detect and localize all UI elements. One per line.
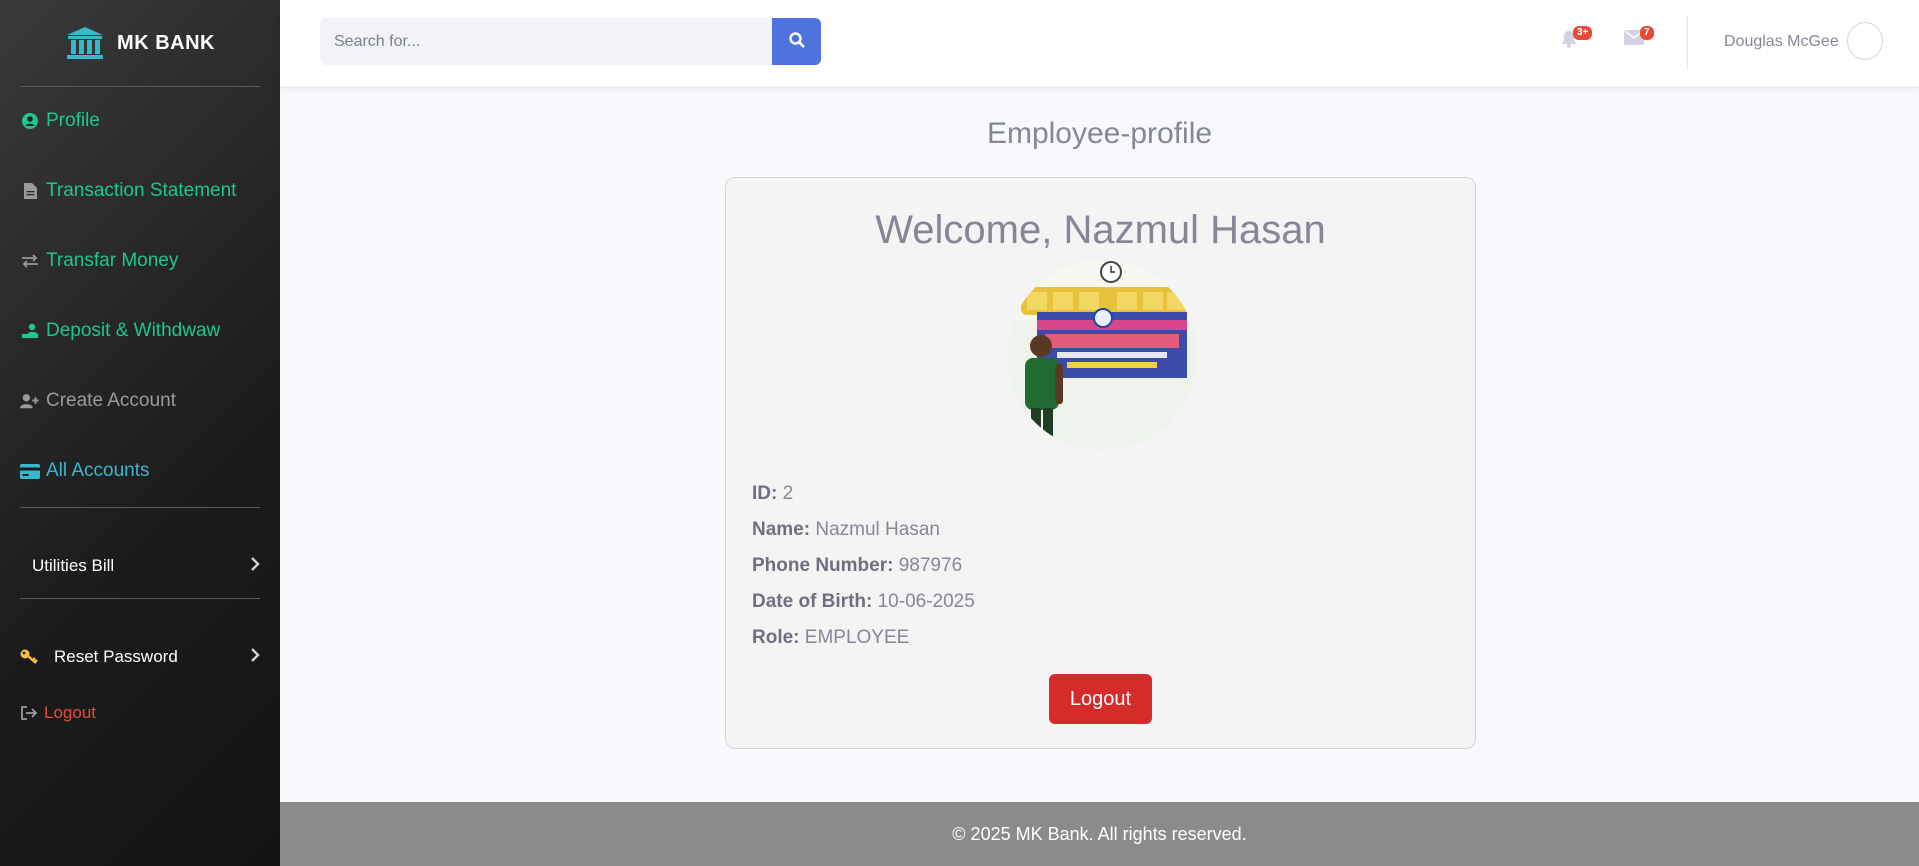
detail-label: ID: bbox=[752, 483, 778, 504]
welcome-heading: Welcome, Nazmul Hasan bbox=[875, 208, 1326, 252]
alerts-dropdown[interactable]: 3+ bbox=[1561, 26, 1593, 53]
detail-role: Role: EMPLOYEE bbox=[752, 620, 975, 656]
profile-card: Welcome, Nazmul Hasan ID: 2 Name: Nazmul… bbox=[725, 177, 1476, 749]
footer: © 2025 MK Bank. All rights reserved. bbox=[280, 802, 1919, 866]
detail-label: Role: bbox=[752, 627, 800, 648]
sidebar-item-label: Create Account bbox=[46, 390, 176, 411]
detail-name: Name: Nazmul Hasan bbox=[752, 512, 975, 548]
detail-value: 10-06-2025 bbox=[877, 591, 975, 612]
search-input[interactable] bbox=[320, 18, 772, 65]
sidebar-item-logout[interactable]: Logout bbox=[20, 703, 96, 723]
profile-photo bbox=[1007, 260, 1197, 450]
sidebar-item-all-accounts[interactable]: All Accounts bbox=[20, 460, 150, 482]
sidebar-item-create-account[interactable]: Create Account bbox=[20, 390, 176, 412]
messages-badge: 7 bbox=[1640, 26, 1654, 40]
sidebar-item-deposit-withdraw[interactable]: Deposit & Withdwaw bbox=[20, 320, 220, 342]
avatar[interactable] bbox=[1847, 22, 1883, 60]
user-circle-icon bbox=[20, 111, 40, 131]
page-title: Employee-profile bbox=[986, 117, 1213, 150]
detail-value: Nazmul Hasan bbox=[815, 519, 940, 540]
messages-dropdown[interactable]: 7 bbox=[1624, 26, 1654, 50]
sidebar-item-label: Utilities Bill bbox=[32, 555, 115, 575]
exchange-icon bbox=[20, 251, 40, 271]
sidebar-item-utilities-bill[interactable]: Utilities Bill bbox=[20, 554, 260, 577]
employee-details: ID: 2 Name: Nazmul Hasan Phone Number: 9… bbox=[752, 476, 975, 656]
alerts-badge: 3+ bbox=[1573, 26, 1593, 40]
sidebar-item-label: Deposit & Withdwaw bbox=[46, 320, 221, 341]
sidebar-item-transaction-statement[interactable]: Transaction Statement bbox=[20, 180, 236, 202]
detail-label: Date of Birth: bbox=[752, 591, 873, 612]
detail-label: Name: bbox=[752, 519, 811, 540]
sidebar-item-label: Logout bbox=[44, 703, 96, 722]
sidebar-item-profile[interactable]: Profile bbox=[20, 110, 100, 132]
sidebar-item-label: Transfar Money bbox=[46, 250, 179, 271]
sidebar-item-label: Transaction Statement bbox=[46, 180, 237, 201]
sidebar-item-label: Reset Password bbox=[54, 646, 178, 666]
file-icon bbox=[20, 181, 40, 201]
sidebar-item-transfer-money[interactable]: Transfar Money bbox=[20, 250, 178, 272]
topbar-divider bbox=[1687, 16, 1688, 70]
hand-coin-icon bbox=[20, 321, 40, 341]
chevron-right-icon bbox=[250, 645, 260, 668]
sidebar-divider bbox=[20, 598, 260, 599]
sidebar-divider bbox=[20, 86, 260, 87]
sidebar-divider bbox=[20, 507, 260, 508]
user-plus-icon bbox=[20, 391, 40, 411]
search-bar bbox=[320, 18, 821, 65]
sidebar: MK BANK Profile Transaction Statement Tr… bbox=[0, 0, 280, 866]
search-button[interactable] bbox=[772, 18, 821, 65]
detail-value: EMPLOYEE bbox=[804, 627, 910, 648]
brand[interactable]: MK BANK bbox=[0, 0, 280, 86]
credit-card-icon bbox=[20, 461, 40, 481]
detail-value: 2 bbox=[782, 483, 794, 504]
detail-value: 987976 bbox=[898, 555, 963, 576]
logout-button[interactable]: Logout bbox=[1049, 674, 1152, 724]
chevron-right-icon bbox=[250, 554, 260, 577]
detail-label: Phone Number: bbox=[752, 555, 894, 576]
detail-dob: Date of Birth: 10-06-2025 bbox=[752, 584, 975, 620]
bank-icon bbox=[65, 25, 105, 61]
key-icon bbox=[20, 649, 54, 665]
sidebar-item-reset-password[interactable]: Reset Password bbox=[20, 645, 260, 668]
footer-text: © 2025 MK Bank. All rights reserved. bbox=[952, 823, 1247, 844]
sidebar-item-label: Profile bbox=[46, 110, 100, 131]
sidebar-item-label: All Accounts bbox=[46, 460, 150, 481]
user-name[interactable]: Douglas McGee bbox=[1724, 33, 1839, 51]
detail-id: ID: 2 bbox=[752, 476, 975, 512]
brand-name: MK BANK bbox=[117, 31, 215, 54]
topbar: 3+ 7 Douglas McGee bbox=[280, 0, 1919, 86]
search-icon bbox=[788, 32, 805, 51]
sign-out-icon bbox=[20, 703, 38, 723]
detail-phone: Phone Number: 987976 bbox=[752, 548, 975, 584]
